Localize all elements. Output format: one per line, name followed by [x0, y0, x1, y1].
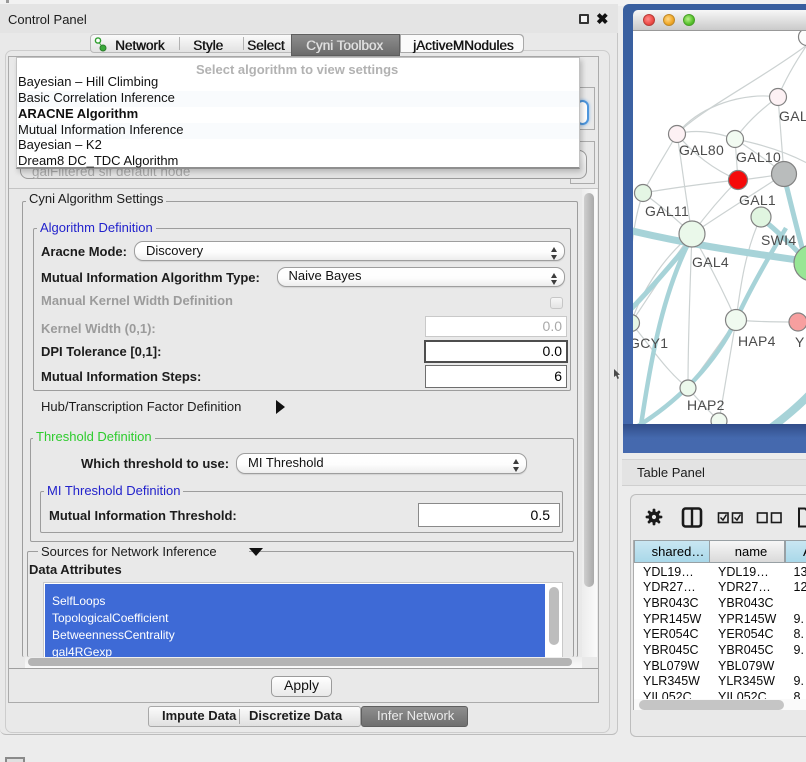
svg-text:GAL7: GAL7: [779, 108, 806, 124]
svg-text:GAL10: GAL10: [736, 149, 781, 165]
svg-text:HAP2: HAP2: [687, 397, 725, 413]
svg-text:GCY1: GCY1: [633, 335, 668, 351]
svg-text:GAL80: GAL80: [679, 142, 724, 158]
svg-text:HAP4: HAP4: [738, 333, 776, 349]
svg-text:Y: Y: [795, 334, 805, 350]
svg-text:GAL11: GAL11: [645, 203, 689, 219]
svg-text:GAL1: GAL1: [739, 192, 776, 208]
svg-text:SWI4: SWI4: [761, 232, 796, 248]
svg-text:GAL4: GAL4: [692, 254, 729, 270]
